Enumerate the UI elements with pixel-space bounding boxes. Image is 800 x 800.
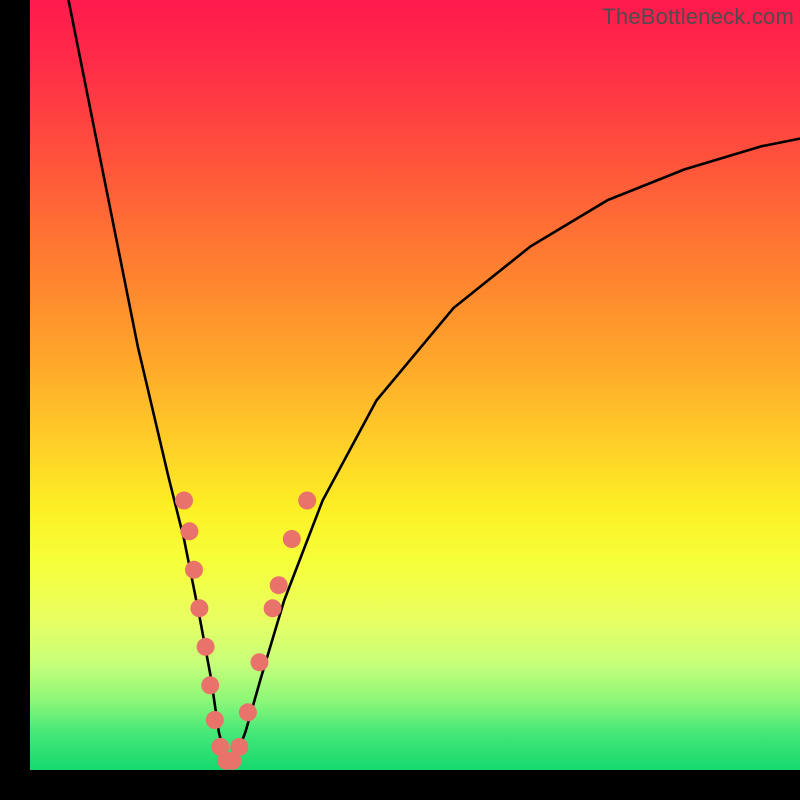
bottleneck-curve xyxy=(69,0,800,762)
curve-marker xyxy=(239,703,257,721)
curve-marker xyxy=(180,522,198,540)
curve-marker xyxy=(197,638,215,656)
curve-marker xyxy=(298,492,316,510)
curve-marker xyxy=(251,653,269,671)
curve-marker xyxy=(230,738,248,756)
watermark-text: TheBottleneck.com xyxy=(602,4,794,30)
curve-marker xyxy=(283,530,301,548)
chart-plot-area xyxy=(30,0,800,770)
curve-marker xyxy=(206,711,224,729)
curve-marker xyxy=(270,576,288,594)
chart-frame: TheBottleneck.com xyxy=(0,0,800,800)
curve-marker xyxy=(175,492,193,510)
chart-svg xyxy=(30,0,800,770)
curve-marker xyxy=(185,561,203,579)
curve-marker xyxy=(201,676,219,694)
curve-marker xyxy=(264,599,282,617)
curve-marker xyxy=(190,599,208,617)
